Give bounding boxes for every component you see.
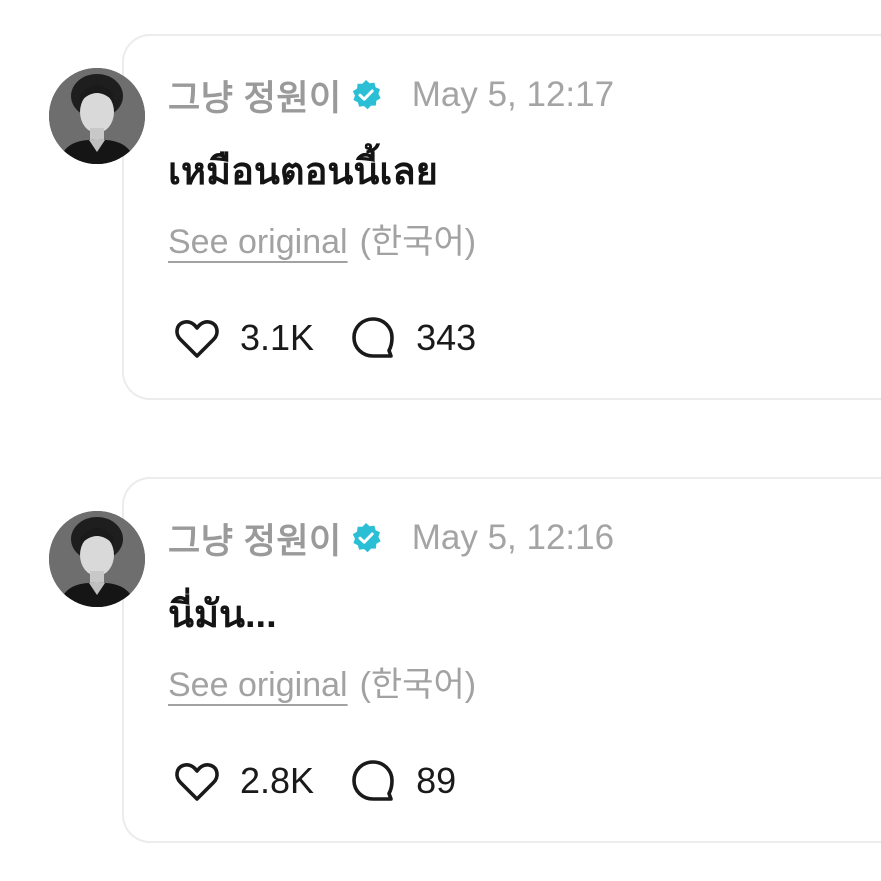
- action-bar: 2.8K 89: [172, 753, 456, 809]
- action-bar: 3.1K 343: [172, 310, 476, 366]
- heart-icon[interactable]: [172, 313, 222, 363]
- timestamp: May 5, 12:16: [411, 518, 615, 557]
- like-count: 2.8K: [240, 760, 315, 801]
- avatar[interactable]: [49, 511, 145, 607]
- comment-bubble-icon[interactable]: [348, 756, 398, 806]
- language-label: (한국어): [359, 666, 477, 704]
- see-original-link[interactable]: See original: [168, 666, 348, 704]
- language-label: (한국어): [359, 223, 477, 261]
- post-text: เหมือนตอนนี้เลย: [168, 151, 438, 193]
- avatar[interactable]: [49, 68, 145, 164]
- see-original-link[interactable]: See original: [168, 223, 348, 261]
- verified-badge-icon: [350, 79, 382, 111]
- timestamp: May 5, 12:17: [411, 75, 615, 114]
- like-count: 3.1K: [240, 317, 315, 358]
- username[interactable]: 그냥 정원이: [168, 70, 342, 121]
- avatar-image: [49, 511, 145, 607]
- verified-badge-icon: [350, 522, 382, 554]
- post: 그냥 정원이 May 5, 12:17 เหมือนตอนนี้เลย See …: [0, 0, 881, 400]
- translation-row: See original (한국어): [168, 657, 476, 706]
- username[interactable]: 그냥 정원이: [168, 513, 342, 564]
- heart-icon[interactable]: [172, 756, 222, 806]
- comment-bubble-icon[interactable]: [348, 313, 398, 363]
- comment-count: 343: [416, 317, 477, 358]
- post-text: นี่มัน...: [168, 594, 277, 636]
- post-header: 그냥 정원이 May 5, 12:17: [168, 70, 614, 120]
- avatar-image: [49, 68, 145, 164]
- post-header: 그냥 정원이 May 5, 12:16: [168, 513, 614, 563]
- translation-row: See original (한국어): [168, 214, 476, 263]
- comment-count: 89: [416, 760, 457, 801]
- post: 그냥 정원이 May 5, 12:16 นี่มัน... See origin…: [0, 443, 881, 843]
